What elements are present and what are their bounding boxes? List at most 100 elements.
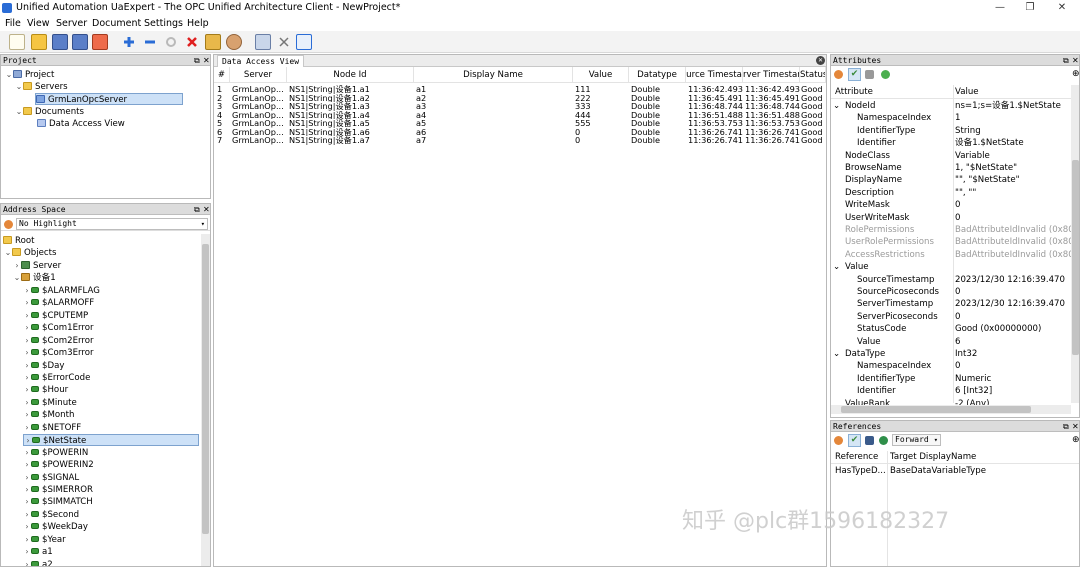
attribute-row[interactable]: NamespaceIndex 1 (831, 112, 1071, 124)
reference-row[interactable]: HasTypeD... BaseDataVariableType (831, 465, 1071, 477)
attribute-row[interactable]: Value 6 (831, 336, 1071, 348)
attribute-row[interactable]: WriteMask 0 (831, 199, 1071, 211)
tree-variable-item[interactable]: › $Com1Error (23, 322, 93, 334)
tree-variable-item[interactable]: › $Minute (23, 397, 76, 409)
attribute-row[interactable]: StatusCode Good (0x00000000) (831, 323, 1071, 335)
col-server-timestamp[interactable]: rver Timestar (743, 67, 800, 83)
add-icon[interactable]: ⊕ (1072, 69, 1079, 79)
col-source-timestamp[interactable]: urce Timesta (686, 67, 743, 83)
attribute-row[interactable]: ⌄ DataType Int32 (831, 348, 1071, 360)
save-icon[interactable] (52, 34, 68, 50)
tree-root[interactable]: Root (3, 235, 34, 247)
expand-icon[interactable]: › (23, 360, 31, 372)
attributes-pin-icon[interactable]: ⧉ (1063, 55, 1069, 66)
tools-icon[interactable] (205, 34, 221, 50)
attribute-row[interactable]: UserWriteMask 0 (831, 212, 1071, 224)
attribute-row[interactable]: BrowseName 1, "$NetState" (831, 162, 1071, 174)
menu-view[interactable]: View (27, 17, 50, 31)
remove-server-icon[interactable] (142, 34, 158, 50)
expand-icon[interactable]: › (23, 559, 31, 566)
attribute-row[interactable]: SourceTimestamp 2023/12/30 12:16:39.470 (831, 274, 1071, 286)
tree-variable-item[interactable]: › a1 (23, 546, 52, 558)
close-button[interactable]: ✕ (1052, 1, 1072, 15)
table-row[interactable]: 7 GrmLanOp... NS1|String|设备1.a7 a7 0 Double 11… (214, 136, 826, 145)
collapse-icon[interactable]: ⌄ (15, 81, 23, 93)
col-value[interactable]: Value (955, 85, 1071, 97)
attribute-row[interactable]: IdentifierType Numeric (831, 373, 1071, 385)
attribute-row[interactable]: UserRolePermissions BadAttributeIdInvalid… (831, 236, 1071, 248)
add-server-icon[interactable] (121, 34, 137, 50)
col-display-name[interactable]: Display Name (414, 67, 573, 83)
expand-icon[interactable]: › (23, 509, 31, 521)
table-row[interactable]: 5 GrmLanOp... NS1|String|设备1.a5 a5 555 Double… (214, 119, 826, 128)
attribute-row[interactable]: DisplayName "", "$NetState" (831, 174, 1071, 186)
attribute-row[interactable]: Identifier 设备1.$NetState (831, 137, 1071, 149)
open-project-icon[interactable] (31, 34, 47, 50)
attribute-row[interactable]: Identifier 6 [Int32] (831, 385, 1071, 397)
collapse-icon[interactable]: ⌄ (833, 261, 841, 273)
attribute-row[interactable]: NamespaceIndex 0 (831, 360, 1071, 372)
expand-icon[interactable]: › (24, 435, 32, 447)
user-icon[interactable] (226, 34, 242, 50)
add-icon[interactable]: ⊕ (1072, 435, 1079, 445)
collapse-icon[interactable]: ⌄ (5, 69, 13, 81)
table-row[interactable]: 1 GrmLanOp... NS1|String|设备1.a1 a1 111 Double… (214, 85, 826, 94)
tree-project[interactable]: ⌄ Project (5, 69, 54, 81)
attributes-hscrollbar[interactable] (831, 405, 1071, 414)
expand-icon[interactable]: › (23, 447, 31, 459)
project-pin-icon[interactable]: ⧉ (194, 55, 200, 66)
col-value[interactable]: Value (573, 67, 629, 83)
address-pin-icon[interactable]: ⧉ (194, 204, 200, 215)
collapse-icon[interactable]: ⌄ (4, 247, 12, 259)
tree-document-item[interactable]: Data Access View (37, 118, 125, 130)
menu-help[interactable]: Help (187, 17, 209, 31)
references-pin-icon[interactable]: ⧉ (1063, 421, 1069, 432)
tree-variable-item[interactable]: › $POWERIN (23, 447, 88, 459)
menu-file[interactable]: File (5, 17, 21, 31)
tree-variable-item[interactable]: › $NetState (23, 434, 199, 447)
direction-select[interactable]: Forward ▾ (892, 434, 941, 446)
browse-icon[interactable] (879, 436, 888, 445)
col-datatype[interactable]: Datatype (629, 67, 686, 83)
expand-icon[interactable]: › (23, 546, 31, 558)
tree-variable-item[interactable]: › $CPUTEMP (23, 310, 88, 322)
expand-icon[interactable]: › (23, 310, 31, 322)
tree-variable-item[interactable]: › $Month (23, 409, 74, 421)
attribute-row[interactable]: AccessRestrictions BadAttributeIdInvalid … (831, 249, 1071, 261)
attribute-row[interactable]: NodeClass Variable (831, 150, 1071, 162)
tree-variable-item[interactable]: › $ErrorCode (23, 372, 90, 384)
maximize-button[interactable]: ❐ (1020, 1, 1040, 15)
filter-icon[interactable] (865, 70, 874, 79)
refresh-icon[interactable] (834, 70, 843, 79)
expand-icon[interactable]: › (23, 384, 31, 396)
tree-variable-item[interactable]: › $POWERIN2 (23, 459, 93, 471)
cut-icon[interactable] (276, 34, 292, 50)
expand-icon[interactable]: › (23, 534, 31, 546)
scrollbar-thumb[interactable] (1072, 160, 1079, 355)
expand-icon[interactable]: › (23, 285, 31, 297)
address-close-icon[interactable]: ✕ (203, 204, 210, 215)
settings-icon[interactable] (92, 34, 108, 50)
expand-icon[interactable]: › (23, 409, 31, 421)
attributes-close-icon[interactable]: ✕ (1072, 55, 1079, 66)
tree-objects[interactable]: ⌄ Objects (4, 247, 56, 259)
collapse-icon[interactable]: ⌄ (13, 272, 21, 284)
collapse-icon[interactable]: ⌄ (15, 106, 23, 118)
expand-icon[interactable]: › (23, 372, 31, 384)
menu-server[interactable]: Server (56, 17, 87, 31)
col-reference[interactable]: Reference (835, 451, 878, 463)
attributes-scrollbar[interactable] (1071, 85, 1079, 403)
monitor-icon[interactable] (881, 70, 890, 79)
tree-device[interactable]: ⌄ 设备1 (13, 272, 56, 284)
tree-documents[interactable]: ⌄ Documents (5, 106, 84, 118)
table-row[interactable]: 3 GrmLanOp... NS1|String|设备1.a3 a3 333 Double… (214, 102, 826, 111)
attribute-row[interactable]: SourcePicoseconds 0 (831, 286, 1071, 298)
col-attribute[interactable]: Attribute (835, 85, 873, 97)
tree-variable-item[interactable]: › $Hour (23, 384, 68, 396)
expand-icon[interactable]: › (23, 521, 31, 533)
menu-settings[interactable]: Settings (144, 17, 183, 31)
attribute-row[interactable]: ServerPicoseconds 0 (831, 311, 1071, 323)
tab-data-access-view[interactable]: Data Access View (217, 55, 305, 67)
highlight-select[interactable]: No Highlight ▾ (16, 218, 208, 230)
attribute-row[interactable]: ⌄ Value (831, 261, 1071, 273)
